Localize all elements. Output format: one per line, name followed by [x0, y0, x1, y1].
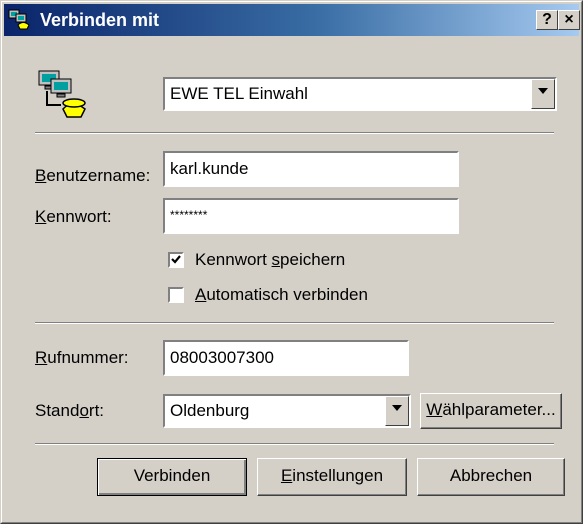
- dialup-network-icon: [8, 9, 30, 30]
- phone-number-value: 08003007300: [170, 348, 275, 367]
- connect-dialog: Verbinden mit ? × EWE TEL Einwahl Benutz…: [0, 0, 583, 524]
- connection-select[interactable]: EWE TEL Einwahl: [163, 77, 557, 111]
- username-label: Benutzername:: [35, 166, 151, 185]
- separator-middle: [35, 322, 554, 324]
- location-label: Standort:: [35, 401, 105, 420]
- settings-button[interactable]: Einstellungen: [257, 458, 407, 496]
- save-password-checkbox[interactable]: [168, 252, 184, 268]
- location-select-value: Oldenburg: [170, 401, 250, 420]
- phone-number-label: Rufnummer:: [35, 348, 129, 367]
- dial-properties-button[interactable]: Wählparameter...: [420, 393, 562, 429]
- auto-connect-label[interactable]: Automatisch verbinden: [195, 284, 368, 306]
- chevron-down-icon: [538, 88, 548, 94]
- location-dropdown-button[interactable]: [385, 396, 409, 426]
- password-field[interactable]: ********: [163, 198, 459, 234]
- separator-bottom: [35, 443, 554, 445]
- save-password-label[interactable]: Kennwort speichern: [195, 249, 345, 271]
- auto-connect-checkbox[interactable]: [168, 287, 184, 303]
- connect-button[interactable]: Verbinden: [97, 458, 247, 496]
- chevron-down-icon: [392, 405, 402, 411]
- help-button[interactable]: ?: [536, 10, 558, 30]
- location-select[interactable]: Oldenburg: [163, 394, 411, 428]
- cancel-button[interactable]: Abbrechen: [417, 458, 565, 496]
- username-value: karl.kunde: [170, 159, 249, 178]
- password-value: ********: [170, 208, 208, 222]
- checkmark-icon: [171, 255, 181, 264]
- title-bar[interactable]: Verbinden mit ? ×: [4, 4, 580, 36]
- connection-dropdown-button[interactable]: [531, 79, 555, 109]
- separator-top: [35, 132, 554, 134]
- connection-select-value: EWE TEL Einwahl: [170, 84, 308, 103]
- password-label: Kennwort:: [35, 207, 112, 226]
- window-title: Verbinden mit: [40, 10, 160, 30]
- dialup-connection-icon: [38, 70, 86, 118]
- phone-number-field[interactable]: 08003007300: [163, 340, 409, 376]
- username-field[interactable]: karl.kunde: [163, 151, 459, 187]
- close-button[interactable]: ×: [558, 10, 580, 30]
